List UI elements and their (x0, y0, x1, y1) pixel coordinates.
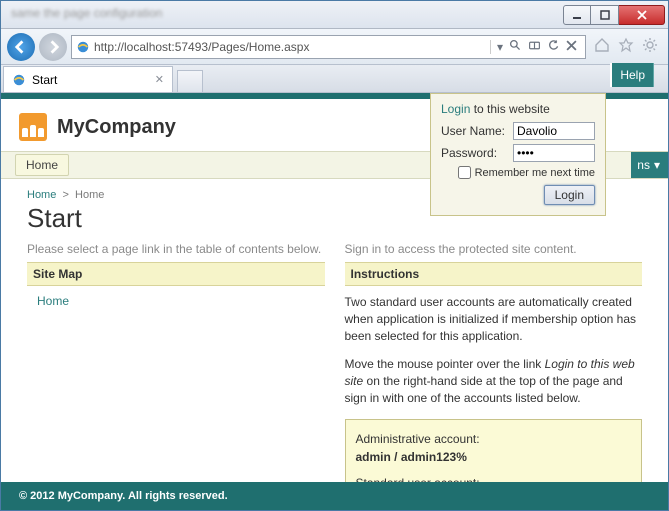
left-column: Please select a page link in the table o… (27, 242, 325, 482)
help-button[interactable]: Help (610, 63, 654, 87)
browser-tab-strip: Start ✕ (1, 65, 668, 93)
new-tab-button[interactable] (177, 70, 203, 92)
stop-icon[interactable] (566, 40, 577, 54)
login-link[interactable]: Login (441, 102, 470, 116)
company-logo (19, 113, 47, 141)
favorites-icon[interactable] (618, 37, 634, 56)
browser-nav-bar: ▾ (1, 29, 668, 65)
admin-account-label: Administrative account: (356, 430, 632, 448)
instructions-p2: Move the mouse pointer over the link Log… (345, 356, 643, 406)
ie-icon (12, 73, 26, 87)
login-button[interactable]: Login (544, 185, 595, 205)
sitemap-header: Site Map (27, 262, 325, 286)
chevron-down-icon: ▾ (654, 158, 660, 172)
breadcrumb-sep: > (62, 189, 68, 201)
app-footer: © 2012 MyCompany. All rights reserved. (1, 482, 668, 510)
username-label: User Name: (441, 124, 509, 138)
password-label: Password: (441, 146, 509, 160)
username-input[interactable] (513, 122, 595, 140)
address-bar[interactable]: ▾ (71, 35, 586, 59)
settings-fragment-label: ns (637, 158, 650, 172)
instructions-p1: Two standard user accounts are automatic… (345, 294, 643, 344)
login-title-rest: to this website (470, 102, 549, 116)
right-column: Sign in to access the protected site con… (345, 242, 643, 482)
window-frame: same the page configuration ▾ (0, 0, 669, 511)
forward-button[interactable] (39, 33, 67, 61)
browser-tab[interactable]: Start ✕ (3, 66, 173, 92)
page-content: Home > Home Start Please select a page l… (1, 179, 668, 482)
remember-checkbox[interactable] (458, 166, 471, 179)
url-dropdown-icon[interactable]: ▾ (490, 40, 503, 54)
home-icon[interactable] (594, 37, 610, 56)
login-title: Login to this website (441, 102, 595, 116)
admin-account-creds: admin / admin123% (356, 450, 467, 464)
breadcrumb-current: Home (75, 189, 104, 201)
right-subtitle: Sign in to access the protected site con… (345, 242, 643, 256)
login-panel: Login to this website User Name: Passwor… (430, 93, 606, 216)
company-name: MyCompany (57, 116, 176, 139)
breadcrumb-root[interactable]: Home (27, 189, 56, 201)
ie-icon (76, 40, 90, 54)
minimize-button[interactable] (563, 5, 591, 25)
tools-icon[interactable] (642, 37, 658, 56)
window-titlebar: same the page configuration (1, 1, 668, 29)
accounts-box: Administrative account: admin / admin123… (345, 419, 643, 482)
close-button[interactable] (619, 5, 665, 25)
window-caption-blur: same the page configuration (11, 6, 162, 20)
window-buttons (563, 5, 665, 25)
settings-menu-fragment[interactable]: ns ▾ (631, 152, 668, 178)
url-input[interactable] (94, 40, 482, 54)
refresh-icon[interactable] (547, 39, 560, 55)
password-input[interactable] (513, 144, 595, 162)
menu-home[interactable]: Home (15, 154, 69, 176)
maximize-button[interactable] (591, 5, 619, 25)
browser-tool-icons (590, 37, 662, 56)
app-viewport: Login to this website User Name: Passwor… (1, 93, 668, 510)
address-bar-tools: ▾ (486, 39, 581, 55)
user-account-label: Standard user account: (356, 474, 632, 482)
sitemap-item[interactable]: Home (27, 294, 325, 308)
remember-label: Remember me next time (475, 167, 595, 179)
back-button[interactable] (7, 33, 35, 61)
tab-title: Start (32, 73, 57, 87)
tab-close-icon[interactable]: ✕ (155, 73, 164, 86)
compat-view-icon[interactable] (528, 39, 541, 55)
instructions-header: Instructions (345, 262, 643, 286)
left-subtitle: Please select a page link in the table o… (27, 242, 325, 256)
search-icon[interactable] (509, 39, 522, 55)
